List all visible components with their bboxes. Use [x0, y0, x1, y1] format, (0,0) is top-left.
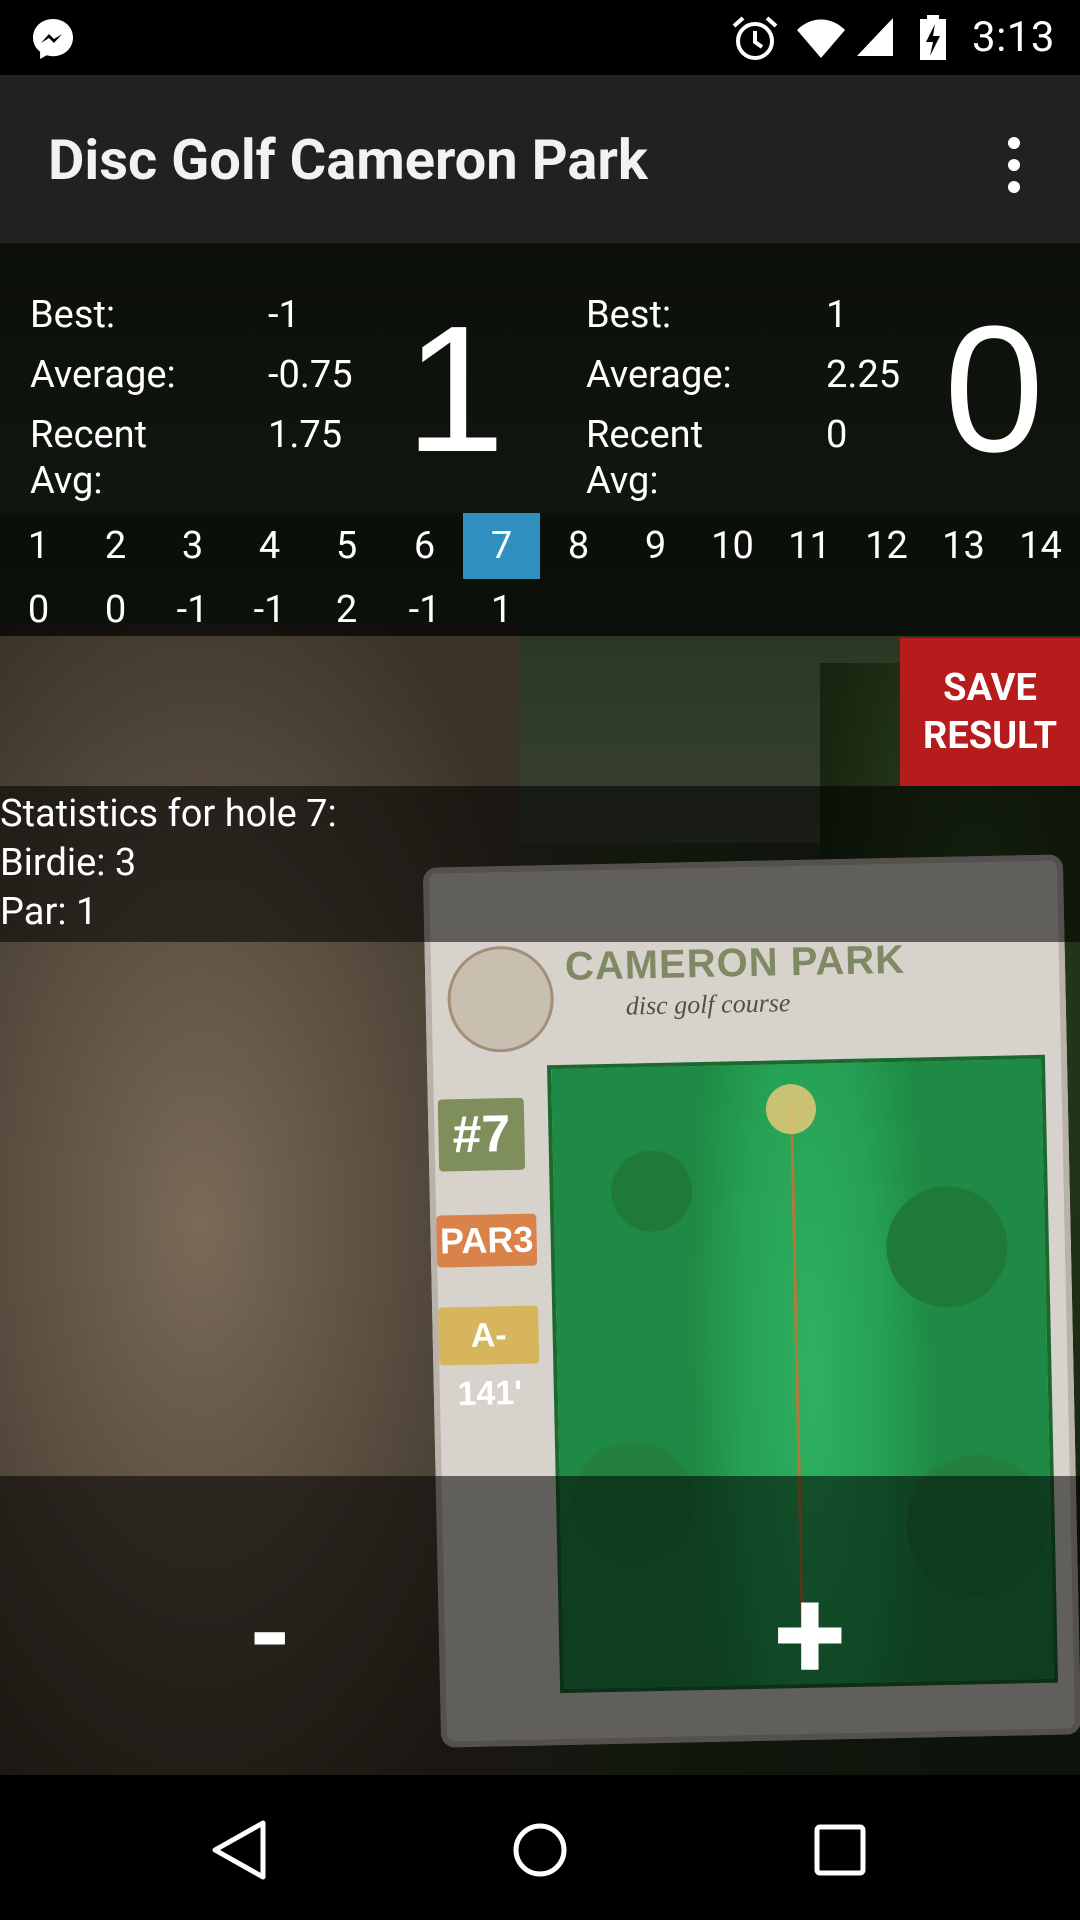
course-logo [446, 945, 555, 1054]
decrement-button[interactable]: - [190, 1560, 350, 1710]
increment-button[interactable]: + [730, 1560, 890, 1710]
hole-number-10[interactable]: 10 [694, 513, 771, 579]
best-value: 1 [826, 293, 848, 337]
score-controls [0, 1476, 1080, 1775]
signal-icon [857, 18, 893, 56]
save-result-button[interactable]: SAVE RESULT [900, 638, 1080, 786]
hole-number-1[interactable]: 1 [0, 513, 77, 579]
hole-number-3[interactable]: 3 [154, 513, 231, 579]
hole-score-3: -1 [176, 588, 209, 632]
wifi-icon [797, 19, 845, 58]
hole-stats-title: Statistics for hole 7: [0, 792, 337, 836]
recents-icon[interactable] [805, 1815, 875, 1885]
app-title: Disc Golf Cameron Park [48, 127, 648, 193]
tee-marker [765, 1083, 817, 1135]
player1-score: 1 [405, 289, 506, 490]
sign-hole-tag: #7 [437, 1097, 526, 1172]
average-label: Average: [30, 353, 176, 397]
save-label-line2: RESULT [922, 714, 1058, 758]
average-value: -0.75 [268, 353, 353, 397]
hole-number-6[interactable]: 6 [386, 513, 463, 579]
player2-score: 0 [944, 289, 1045, 490]
hole-number-5[interactable]: 5 [308, 513, 385, 579]
average-value: 2.25 [826, 353, 901, 397]
more-vert-icon[interactable] [990, 125, 1038, 205]
hole-number-2[interactable]: 2 [77, 513, 154, 579]
recent-avg-label: Recent Avg: [30, 413, 148, 503]
messenger-icon [33, 19, 73, 59]
status-bar: 3:13 [0, 0, 1080, 75]
hole-number-13[interactable]: 13 [925, 513, 1002, 579]
hole-number-7[interactable]: 7 [463, 513, 540, 579]
sign-subtitle: disc golf course [625, 988, 791, 1021]
best-value: -1 [268, 293, 300, 337]
hole-stats-text: Statistics for hole 7: Birdie: 3 Par: 1 [0, 790, 337, 937]
hole-score-2: 0 [104, 588, 127, 632]
battery-charging-icon [920, 15, 946, 60]
recent-avg-value: 0 [826, 413, 848, 457]
recent-avg-value: 1.75 [268, 413, 343, 457]
hole-score-7: 1 [490, 588, 513, 632]
hole-score-1: 0 [27, 588, 50, 632]
back-icon[interactable] [205, 1815, 275, 1885]
save-label-line1: SAVE [943, 666, 1037, 710]
hole-score-5: 2 [335, 588, 358, 632]
hole-stats-par: Par: 1 [0, 890, 98, 934]
hole-number-12[interactable]: 12 [848, 513, 925, 579]
sign-length-tag: A-141' [438, 1305, 540, 1413]
sign-title: CAMERON PARK [564, 937, 906, 989]
average-label: Average: [586, 353, 732, 397]
hole-number-9[interactable]: 9 [617, 513, 694, 579]
navigation-bar [0, 1775, 1080, 1920]
alarm-icon [732, 16, 778, 60]
app-toolbar: Disc Golf Cameron Park [0, 75, 1080, 243]
best-label: Best: [586, 293, 672, 337]
clock: 3:13 [972, 13, 1055, 62]
recent-avg-label: Recent Avg: [586, 413, 704, 503]
hole-stats-birdie: Birdie: 3 [0, 841, 137, 885]
hole-number-8[interactable]: 8 [540, 513, 617, 579]
hole-number-11[interactable]: 11 [771, 513, 848, 579]
hole-score-4: -1 [253, 588, 286, 632]
hole-number-14[interactable]: 14 [1002, 513, 1079, 579]
hole-score-6: -1 [408, 588, 441, 632]
hole-number-4[interactable]: 4 [231, 513, 308, 579]
home-icon[interactable] [505, 1815, 575, 1885]
best-label: Best: [30, 293, 116, 337]
sign-par-tag: PAR3 [436, 1213, 538, 1268]
